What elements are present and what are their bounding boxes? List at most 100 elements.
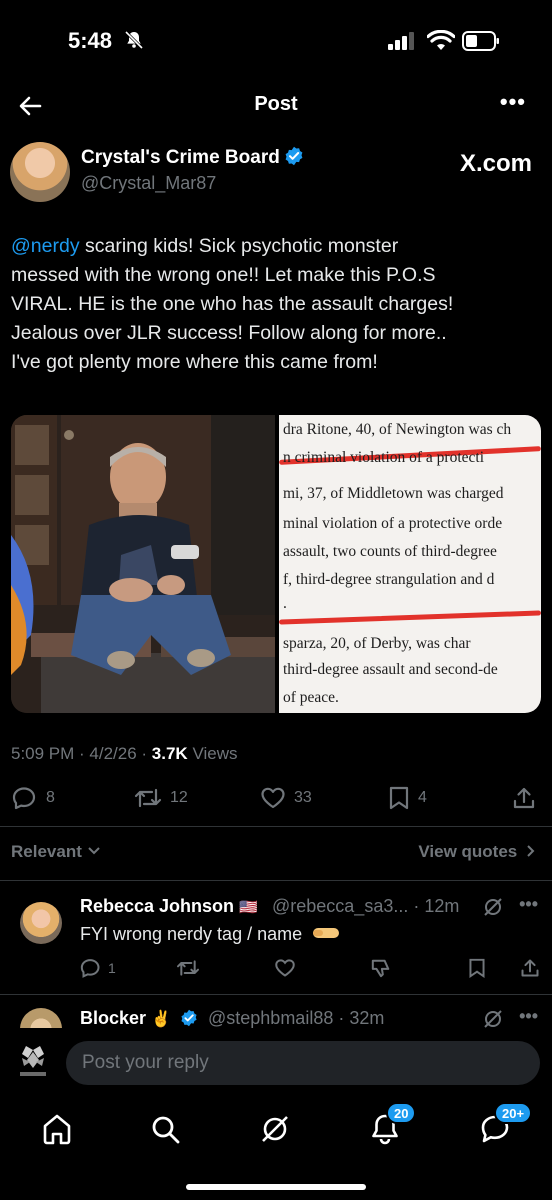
clipping-line: dra Ritone, 40, of Newington was ch — [283, 421, 512, 438]
grok-icon[interactable] — [482, 1008, 504, 1028]
reply-more-button[interactable]: ••• — [519, 894, 538, 915]
reply-avatar[interactable] — [20, 902, 62, 944]
reply-icon — [12, 787, 36, 810]
reply-item[interactable]: Blocker ✌️ @stephbmail88 · 32m ••• — [0, 994, 552, 1028]
reply-like-button[interactable] — [274, 958, 296, 978]
reply-author-text: Rebecca Johnson — [80, 896, 235, 916]
bookmark-button[interactable]: 4 — [388, 786, 427, 810]
reply-icon — [80, 959, 100, 978]
divider — [0, 826, 552, 827]
reply-author-name[interactable]: Blocker ✌️ — [80, 1008, 198, 1028]
more-options-button[interactable]: ••• — [500, 89, 526, 115]
clipping-line: mi, 37, of Middletown was charged — [283, 485, 504, 502]
author-name[interactable]: Crystal's Crime Board — [81, 146, 304, 169]
top-navigation: Post ••• — [0, 85, 552, 127]
reply-reply-count: 1 — [108, 960, 116, 976]
clipping-line: n criminal violation of a protecti — [283, 449, 485, 466]
verified-badge-icon — [181, 1009, 197, 1027]
home-indicator[interactable] — [186, 1184, 366, 1190]
like-button[interactable]: 33 — [260, 786, 312, 810]
reply-handle-time: @stephbmail88 · 32m — [208, 1008, 385, 1028]
reply-text: FYI wrong nerdy tag / name — [80, 924, 341, 945]
like-count: 33 — [294, 789, 312, 806]
post-date: 4/2/26 — [89, 744, 137, 763]
reply-button[interactable]: 8 — [12, 786, 55, 810]
reply-repost-button[interactable] — [176, 958, 200, 978]
battery-icon — [462, 31, 499, 51]
victory-hand-emoji: ✌️ — [151, 1011, 171, 1028]
view-quotes-label: View quotes — [418, 842, 518, 861]
cellular-signal-icon — [388, 32, 414, 50]
post-meta: 5:09 PM · 4/2/26 · 3.7K Views — [11, 744, 238, 763]
video-thumbnail[interactable] — [11, 415, 275, 713]
share-icon — [513, 787, 535, 809]
reply-item[interactable]: Rebecca Johnson 🇺🇸 @rebecca_sa3... · 12m… — [0, 880, 552, 994]
relevance-filter-label: Relevant — [11, 842, 82, 861]
views-label[interactable]: Views — [192, 744, 237, 763]
reply-author-text: Blocker — [80, 1008, 147, 1028]
reply-composer: Post your reply — [0, 1028, 552, 1100]
reply-downvote-button[interactable] — [370, 958, 392, 978]
red-underline — [279, 610, 541, 625]
page-title: Post — [254, 93, 298, 115]
view-quotes-link[interactable]: View quotes — [418, 842, 536, 862]
home-icon[interactable] — [40, 1112, 74, 1146]
search-icon[interactable] — [148, 1112, 182, 1146]
reply-input[interactable]: Post your reply — [66, 1041, 540, 1085]
bookmark-count: 4 — [418, 789, 427, 806]
chevron-down-icon — [87, 847, 100, 855]
relevance-filter[interactable]: Relevant — [11, 842, 101, 862]
verified-badge-icon — [285, 146, 303, 166]
grok-icon[interactable] — [482, 896, 504, 918]
author-avatar[interactable] — [10, 142, 70, 202]
reply-avatar[interactable] — [20, 1008, 62, 1028]
source-watermark: X.com — [459, 150, 532, 177]
reply-share-button[interactable] — [520, 958, 540, 978]
flag-emoji: 🇺🇸 — [239, 899, 258, 916]
reply-bookmark-button[interactable] — [468, 958, 486, 978]
clipping-line: of peace. — [283, 689, 339, 706]
repost-icon — [134, 788, 162, 808]
clipping-line: . — [283, 595, 287, 612]
wifi-icon — [427, 30, 455, 50]
status-bar: 5:48 — [0, 0, 552, 90]
bookmark-icon — [469, 958, 485, 978]
pointing-hand-emoji-icon — [313, 928, 340, 938]
reply-author-name[interactable]: Rebecca Johnson 🇺🇸 — [80, 896, 258, 917]
post-actions: 8 12 33 4 — [0, 780, 552, 820]
clipping-line: sparza, 20, of Derby, was char — [283, 635, 471, 652]
mention-link[interactable]: @nerdy — [11, 235, 80, 257]
repost-count: 12 — [170, 789, 188, 806]
reply-more-button[interactable]: ••• — [519, 1006, 538, 1027]
thumbs-down-icon — [371, 959, 390, 978]
chevron-right-icon — [527, 845, 535, 857]
repost-icon — [177, 960, 199, 976]
clipping-line: minal violation of a protective orde — [283, 515, 503, 532]
reply-reply-button[interactable]: 1 — [80, 958, 116, 978]
status-time: 5:48 — [68, 28, 113, 53]
post-time: 5:09 PM — [11, 744, 75, 763]
post-author: Crystal's Crime Board @Crystal_Mar87 X.c… — [0, 140, 552, 206]
repost-button[interactable]: 12 — [134, 786, 188, 810]
clipping-line: third-degree assault and second-de — [283, 661, 498, 678]
author-name-text: Crystal's Crime Board — [81, 147, 280, 168]
messages-badge: 20+ — [494, 1102, 533, 1124]
news-clipping-image[interactable]: dra Ritone, 40, of Newington was ch n cr… — [279, 415, 541, 713]
heart-icon — [261, 787, 285, 809]
post-media[interactable]: dra Ritone, 40, of Newington was ch n cr… — [11, 415, 541, 713]
heart-icon — [275, 959, 295, 977]
share-button[interactable] — [512, 786, 536, 810]
notifications-badge: 20 — [386, 1102, 417, 1124]
grok-icon[interactable] — [258, 1112, 292, 1146]
reply-handle-time: @rebecca_sa3... · 12m — [272, 896, 460, 916]
views-count: 3.7K — [151, 744, 188, 763]
bell-muted-icon — [124, 30, 144, 50]
author-handle[interactable]: @Crystal_Mar87 — [81, 173, 216, 194]
reply-text-content: FYI wrong nerdy tag / name — [80, 924, 303, 944]
clipping-line: f, third-degree strangulation and d — [283, 571, 495, 588]
post-text: @nerdy scaring kids! Sick psychotic mons… — [11, 232, 541, 377]
share-icon — [521, 959, 539, 977]
user-avatar-logo-icon[interactable] — [18, 1044, 48, 1080]
bookmark-icon — [389, 786, 409, 810]
clipping-line: assault, two counts of third-degree — [283, 543, 497, 560]
